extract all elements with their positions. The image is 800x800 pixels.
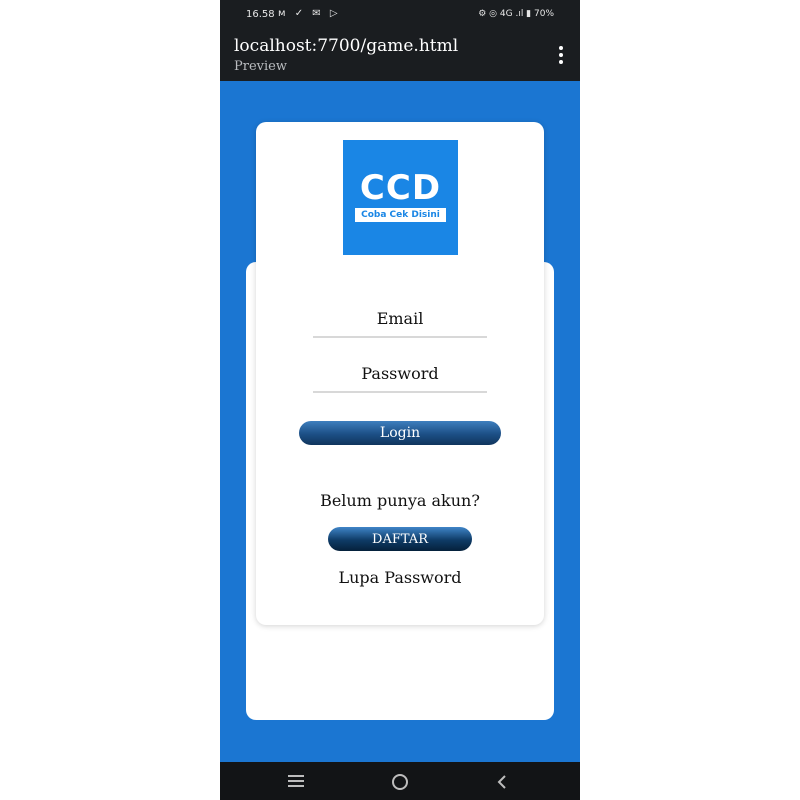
login-button[interactable]: Login <box>299 421 501 445</box>
system-status-icons: ⚙ ◎ 4G .ıl ▮ 70% <box>478 9 554 19</box>
login-card: CCD Coba Cek Disini Login Belum punya ak… <box>256 122 544 625</box>
register-prompt: Belum punya akun? <box>320 491 480 510</box>
logo-mark: CCD <box>359 168 442 208</box>
status-bar: 16.58 ᴍ ✓ ✉ ▷ ⚙ ◎ 4G .ıl ▮ 70% <box>220 0 580 30</box>
phone-screen: 16.58 ᴍ ✓ ✉ ▷ ⚙ ◎ 4G .ıl ▮ 70% localhost… <box>220 0 580 800</box>
back-icon[interactable] <box>496 774 510 789</box>
register-button[interactable]: DAFTAR <box>328 527 472 551</box>
ccd-logo: CCD Coba Cek Disini <box>343 140 458 255</box>
recents-icon[interactable] <box>288 775 304 787</box>
more-vertical-icon[interactable] <box>556 46 566 66</box>
forgot-password-link[interactable]: Lupa Password <box>256 568 544 587</box>
email-field[interactable] <box>313 300 487 338</box>
logo-tagline: Coba Cek Disini <box>355 208 446 222</box>
home-icon[interactable] <box>392 774 408 790</box>
navigation-bar <box>220 762 580 800</box>
page-url-title: localhost:7700/game.html <box>234 36 459 56</box>
notification-icons: ᴍ ✓ ✉ ▷ <box>278 8 341 19</box>
preview-subtitle: Preview <box>234 59 287 74</box>
password-field[interactable] <box>313 355 487 393</box>
status-time: 16.58 <box>246 9 275 20</box>
app-bar: localhost:7700/game.html Preview <box>220 30 580 81</box>
